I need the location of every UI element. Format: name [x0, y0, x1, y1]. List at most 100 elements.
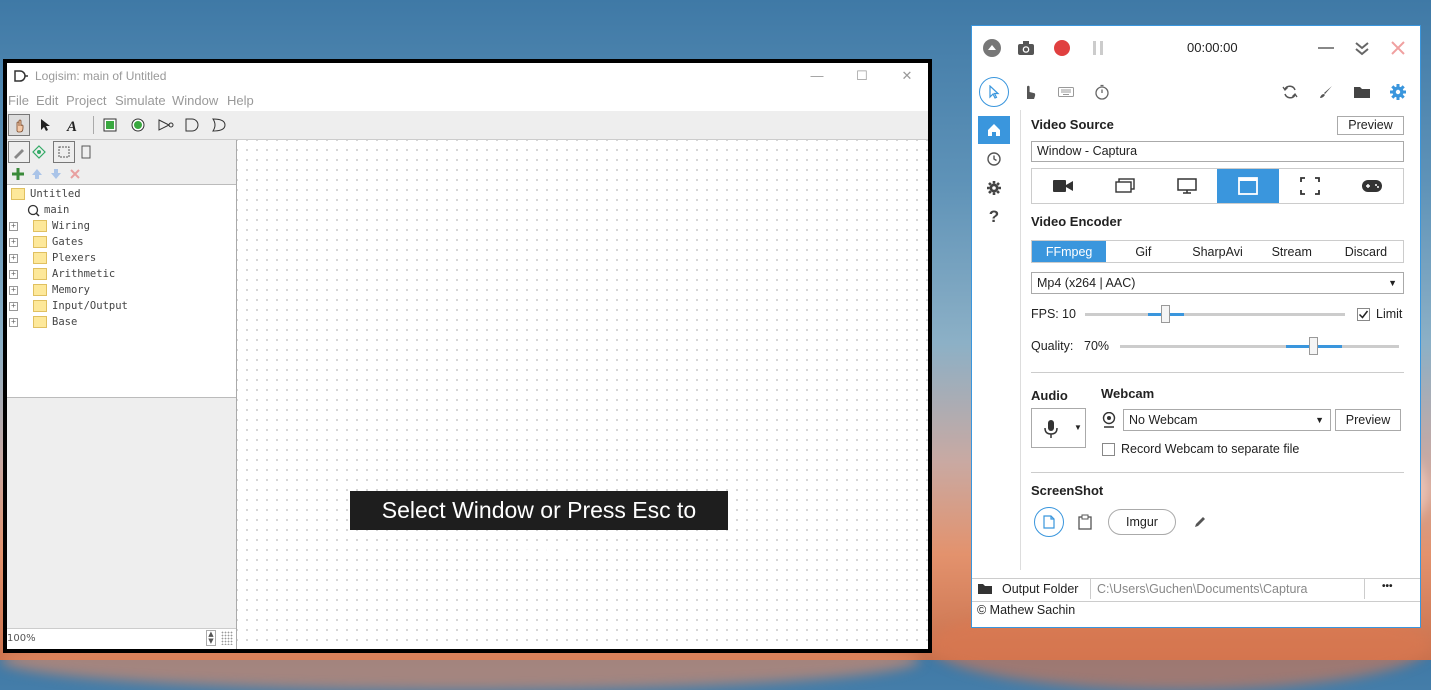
record-icon[interactable]	[1051, 37, 1073, 59]
menu-edit[interactable]: Edit	[36, 93, 58, 108]
fps-slider-track[interactable]	[1085, 313, 1345, 316]
region-source-icon[interactable]	[1279, 169, 1341, 203]
tree-circuit-main[interactable]: main	[27, 202, 69, 218]
maximize-button[interactable]: ☐	[839, 65, 885, 87]
screen-source-icon[interactable]	[1156, 169, 1218, 203]
tree-library-label: Input/Output	[52, 300, 128, 312]
copyright-text: © Mathew Sachin	[977, 603, 1076, 617]
select-tool-icon[interactable]	[34, 114, 56, 136]
settings-gear-icon[interactable]	[978, 174, 1010, 202]
webcam-dropdown[interactable]: No Webcam ▼	[1123, 409, 1331, 431]
encoder-tab-discard[interactable]: Discard	[1329, 241, 1403, 262]
not-gate-icon[interactable]	[155, 114, 177, 136]
folder-icon[interactable]	[1351, 81, 1373, 103]
text-tool-icon[interactable]: A	[62, 114, 84, 136]
grid-toggle-icon[interactable]	[221, 631, 233, 645]
refresh-icon[interactable]	[1279, 81, 1301, 103]
tree-library-wiring[interactable]: + Wiring	[9, 218, 90, 234]
tree-library-base[interactable]: + Base	[9, 314, 77, 330]
tree-root[interactable]: Untitled	[11, 186, 81, 202]
tree-library-input-output[interactable]: + Input/Output	[9, 298, 128, 314]
menu-project[interactable]: Project	[66, 93, 106, 108]
delete-circuit-icon[interactable]	[64, 163, 86, 185]
more-options-button[interactable]: •••	[1382, 581, 1393, 592]
logisim-titlebar[interactable]: Logisim: main of Untitled — ☐ ✕	[7, 63, 928, 89]
window-source-icon[interactable]	[1217, 169, 1280, 203]
collapse-icon[interactable]	[981, 37, 1003, 59]
expand-icon[interactable]: +	[9, 237, 18, 247]
clipboard-icon[interactable]	[1074, 511, 1096, 533]
save-to-disk-icon[interactable]	[1034, 507, 1064, 537]
gamepad-source-icon[interactable]	[1341, 169, 1403, 203]
close-button[interactable]: ✕	[884, 65, 930, 87]
encoder-tab-gif[interactable]: Gif	[1106, 241, 1180, 262]
menu-help[interactable]: Help	[227, 93, 254, 108]
menu-simulate[interactable]: Simulate	[115, 93, 166, 108]
appearance-view-icon[interactable]	[75, 141, 97, 163]
expand-icon[interactable]: +	[9, 253, 18, 263]
video-source-field[interactable]: Window - Captura	[1031, 141, 1404, 162]
simulation-view-icon[interactable]	[28, 141, 50, 163]
output-folder-path[interactable]: C:\Users\Guchen\Documents\Captura	[1090, 579, 1365, 599]
timer-icon[interactable]	[1091, 81, 1113, 103]
menu-window[interactable]: Window	[172, 93, 218, 108]
expand-icon[interactable]: +	[9, 285, 18, 295]
expand-icon[interactable]: +	[9, 269, 18, 279]
pause-icon[interactable]	[1087, 37, 1109, 59]
and-gate-icon[interactable]	[181, 114, 203, 136]
tree-library-label: Wiring	[52, 220, 90, 232]
layout-view-icon[interactable]	[53, 141, 75, 163]
home-icon[interactable]	[978, 116, 1010, 144]
minimize-button[interactable]: —	[794, 65, 840, 87]
quality-slider-thumb[interactable]	[1309, 337, 1318, 355]
expand-icon[interactable]: +	[9, 301, 18, 311]
output-folder-label: Output Folder	[1002, 582, 1079, 596]
quality-slider-track[interactable]	[1120, 345, 1399, 348]
video-source-preview-button[interactable]: Preview	[1337, 116, 1404, 135]
cursor-icon[interactable]	[979, 77, 1009, 107]
menu-file[interactable]: File	[8, 93, 29, 108]
encoder-tabs: FFmpeg Gif SharpAvi Stream Discard	[1031, 240, 1404, 263]
poke-tool-icon[interactable]	[8, 114, 30, 136]
or-gate-icon[interactable]	[208, 114, 230, 136]
format-dropdown[interactable]: Mp4 (x264 | AAC) ▼	[1031, 272, 1404, 294]
tree-library-label: Base	[52, 316, 78, 328]
toolbox-view-icon[interactable]	[8, 141, 30, 163]
click-hand-icon[interactable]	[1019, 81, 1041, 103]
input-pin-icon[interactable]	[99, 114, 121, 136]
webcam-source-icon[interactable]	[1032, 169, 1094, 203]
pencil-icon[interactable]	[1189, 511, 1211, 533]
tree-library-plexers[interactable]: + Plexers	[9, 250, 96, 266]
tree-library-arithmetic[interactable]: + Arithmetic	[9, 266, 115, 282]
gear-icon[interactable]	[1387, 81, 1409, 103]
webcam-title: Webcam	[1101, 386, 1155, 401]
limit-checkbox[interactable]	[1357, 308, 1370, 321]
history-icon[interactable]	[978, 145, 1010, 173]
circuit-canvas[interactable]	[237, 140, 928, 649]
keyboard-icon[interactable]	[1055, 81, 1077, 103]
tree-library-memory[interactable]: + Memory	[9, 282, 90, 298]
tree-library-gates[interactable]: + Gates	[9, 234, 84, 250]
encoder-tab-sharpavi[interactable]: SharpAvi	[1180, 241, 1254, 262]
multi-screen-source-icon[interactable]	[1094, 169, 1156, 203]
camera-icon[interactable]	[1015, 37, 1037, 59]
audio-source-button[interactable]: ▼	[1031, 408, 1086, 448]
close-icon[interactable]	[1387, 37, 1409, 59]
zoom-spinner[interactable]: ▲ ▼	[206, 630, 216, 646]
output-pin-icon[interactable]	[127, 114, 149, 136]
double-chevron-down-icon[interactable]	[1351, 37, 1373, 59]
help-icon[interactable]: ?	[978, 203, 1010, 231]
brush-icon[interactable]	[1315, 81, 1337, 103]
expand-icon[interactable]: +	[9, 317, 18, 327]
folder-icon	[33, 284, 47, 296]
zoom-level: 100%	[7, 633, 36, 644]
imgur-button[interactable]: Imgur	[1108, 509, 1176, 535]
encoder-tab-stream[interactable]: Stream	[1255, 241, 1329, 262]
fps-slider-thumb[interactable]	[1161, 305, 1170, 323]
encoder-tab-ffmpeg[interactable]: FFmpeg	[1032, 241, 1107, 262]
separate-file-checkbox[interactable]	[1102, 443, 1115, 456]
output-folder-icon[interactable]	[977, 582, 993, 595]
expand-icon[interactable]: +	[9, 221, 18, 231]
minimize-icon[interactable]	[1315, 37, 1337, 59]
webcam-preview-button[interactable]: Preview	[1335, 409, 1401, 431]
